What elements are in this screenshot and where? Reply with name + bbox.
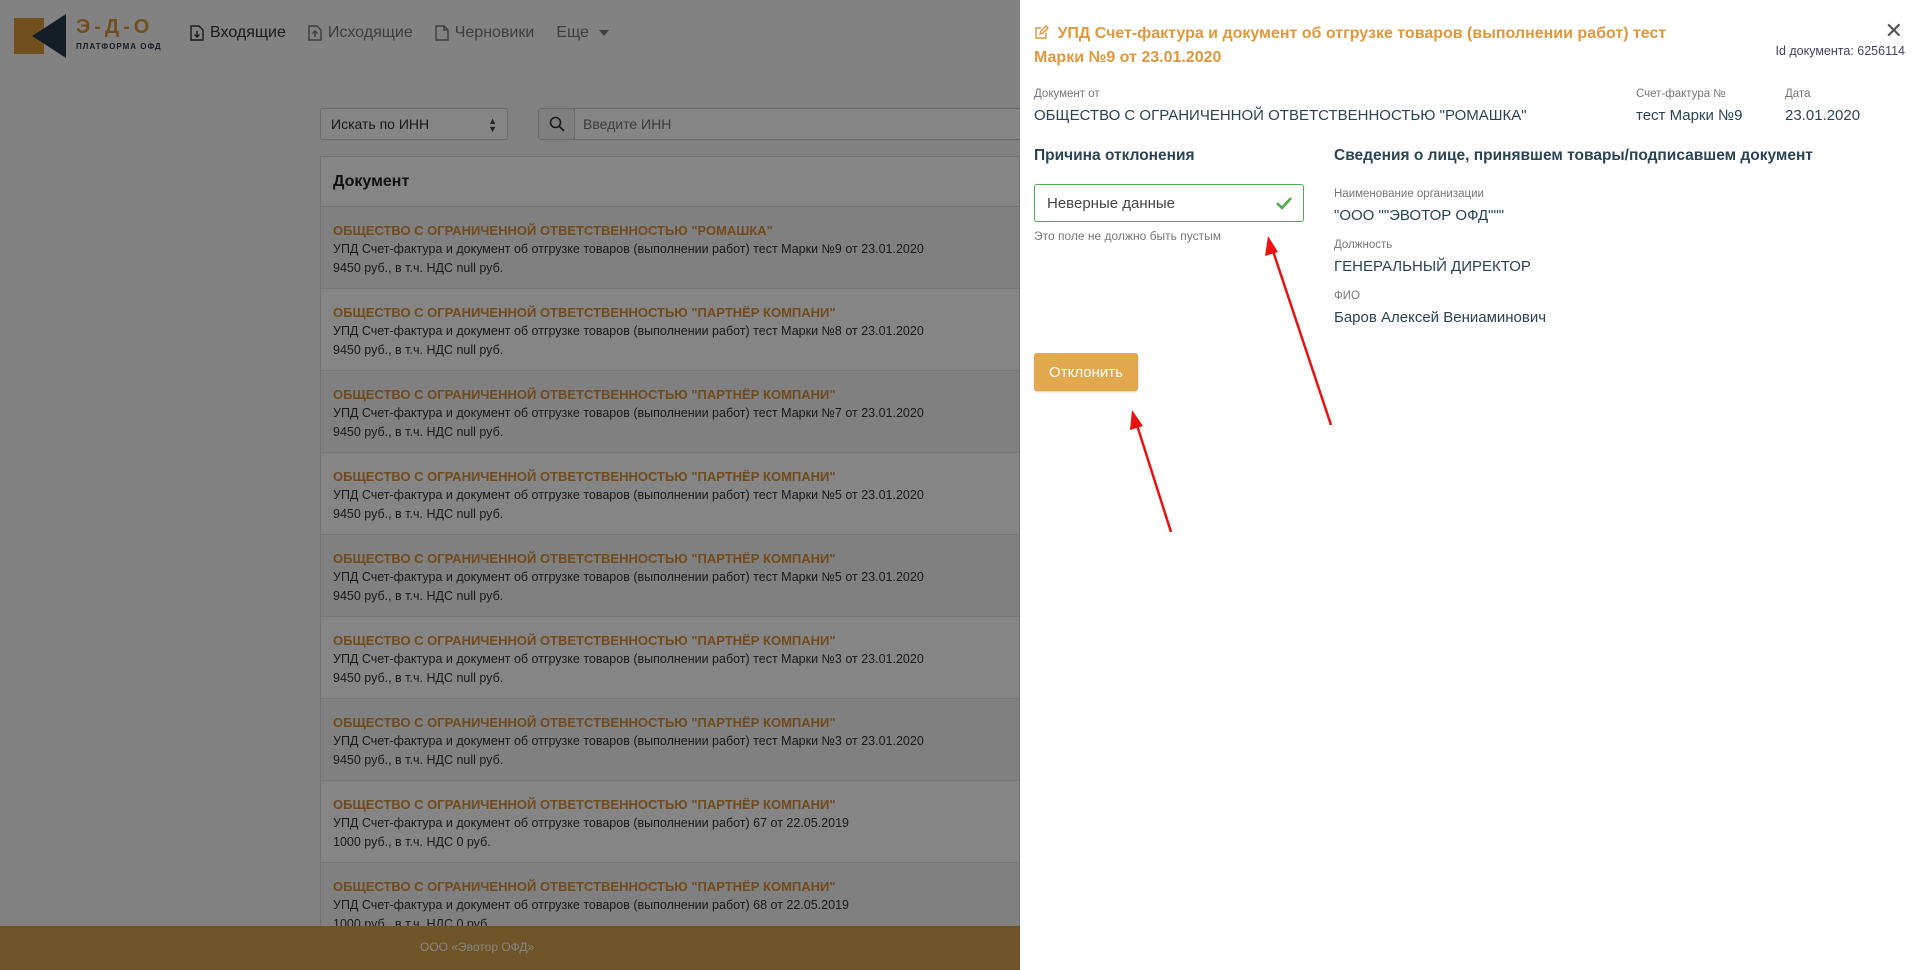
position-label: Должность	[1334, 239, 1393, 251]
org-name-value: "ООО ""ЭВОТОР ОФД"""	[1334, 207, 1505, 224]
signer-info-title: Сведения о лице, принявшем товары/подпис…	[1334, 147, 1813, 164]
panel-title-text: УПД Счет-фактура и документ об отгрузке …	[1034, 25, 1667, 66]
rejection-reason-value: Неверные данные	[1047, 194, 1176, 212]
fio-label: ФИО	[1334, 290, 1360, 302]
invoice-number-label: Счет-фактура №	[1636, 88, 1726, 100]
reject-button[interactable]: Отклонить	[1034, 353, 1138, 391]
org-name-label: Наименование организации	[1334, 188, 1484, 200]
rejection-reason-title: Причина отклонения	[1034, 147, 1195, 164]
panel-title: УПД Счет-фактура и документ об отгрузке …	[1034, 22, 1674, 70]
document-side-panel: УПД Счет-фактура и документ об отгрузке …	[1020, 0, 1919, 970]
doc-from-label: Документ от	[1034, 88, 1100, 100]
date-label: Дата	[1785, 88, 1811, 100]
fio-value: Баров Алексей Вениаминович	[1334, 309, 1547, 326]
doc-from-value: ОБЩЕСТВО С ОГРАНИЧЕННОЙ ОТВЕТСТВЕННОСТЬЮ…	[1034, 107, 1527, 124]
edit-icon	[1035, 25, 1049, 39]
date-value: 23.01.2020	[1785, 107, 1861, 124]
check-icon	[1276, 197, 1292, 210]
rejection-reason-hint: Это поле не должно быть пустым	[1034, 229, 1221, 243]
modal-backdrop[interactable]	[0, 0, 1020, 970]
position-value: ГЕНЕРАЛЬНЫЙ ДИРЕКТОР	[1334, 258, 1531, 275]
invoice-number-value: тест Марки №9	[1636, 107, 1743, 124]
rejection-reason-input[interactable]: Неверные данные	[1034, 184, 1304, 222]
close-icon[interactable]: ✕	[1885, 20, 1903, 42]
document-id: Id документа: 6256114	[1775, 44, 1905, 58]
